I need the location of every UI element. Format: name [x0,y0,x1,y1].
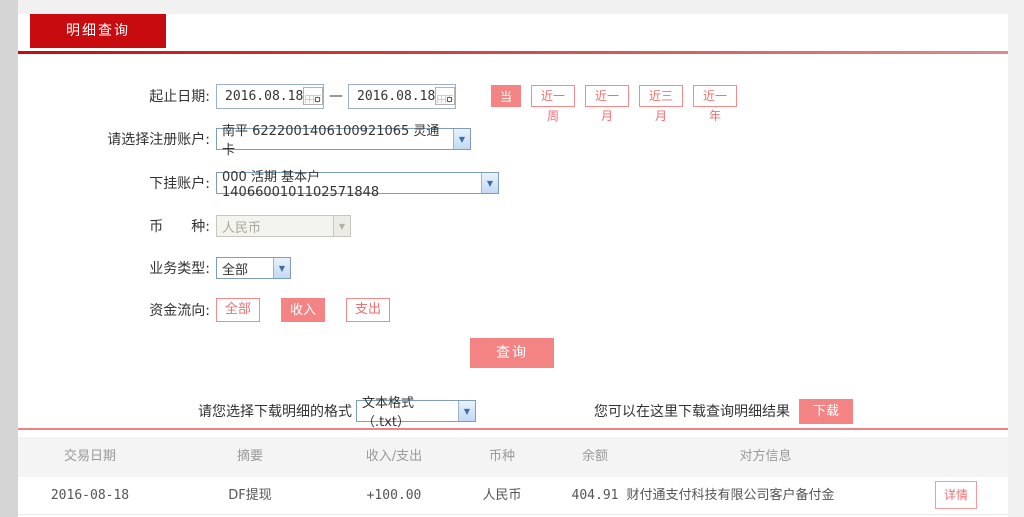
date-separator: — [329,88,343,104]
currency-select: 人民币 ▼ [216,215,351,237]
fund-flow-row: 资金流向: 全部 收入 支出 [18,297,390,323]
date-range-controls: 2016.08.18 — 2016.08.18 当日 近一周 近一月 近三月 近… [216,83,737,126]
fund-flow-all-button[interactable]: 全部 [216,298,260,322]
fund-flow-label: 资金流向: [149,303,210,319]
tab-detail-query[interactable]: 明细查询 [30,14,166,48]
register-account-select[interactable]: 南平 6222001406100921065 灵通卡 ▼ [216,124,471,158]
date-range-row: 起止日期: 2016.08.18 — 2016.08.18 当日 近一周 近一月… [18,83,737,126]
detail-button[interactable]: 详情 [935,481,977,509]
sub-account-row: 下挂账户: 000 活期 基本户 1406600101102571848 ▼ [18,170,499,200]
fund-flow-expense-button[interactable]: 支出 [346,298,390,322]
query-button[interactable]: 查询 [470,338,554,368]
business-type-value: 全部 [222,262,249,278]
currency-value: 人民币 [222,220,262,236]
cell-counterparty: 财付通支付科技有限公司客户备付金 [626,488,835,503]
download-format-select[interactable]: 文本格式（.txt） ▼ [356,396,476,430]
calendar-icon[interactable] [435,87,456,105]
content-panel: 明细查询 起止日期: 2016.08.18 — 2016.08.18 当日 近一… [18,14,1008,517]
calendar-icon-day-marker [315,97,321,102]
date-range-label: 起止日期: [149,89,210,105]
header-summary: 摘要 [236,449,263,464]
preset-last-3-months-button[interactable]: 近三月 [639,85,683,123]
preset-last-week-button[interactable]: 近一周 [531,85,575,123]
cell-trade-date: 2016-08-18 [50,488,130,503]
start-date-input[interactable]: 2016.08.18 [216,83,324,109]
calendar-icon[interactable] [303,87,324,105]
fund-flow-income-button[interactable]: 收入 [281,298,325,322]
calendar-icon-day-marker [447,97,453,102]
table-top-divider [18,428,1008,430]
business-type-row: 业务类型: 全部 ▼ [18,255,291,281]
dropdown-arrow-icon: ▼ [273,258,290,278]
cell-amount: +100.00 [366,488,422,503]
download-format-label: 请您选择下载明细的格式 [198,404,352,420]
cell-summary: DF提现 [228,488,272,503]
table-row: 2016-08-18 DF提现 +100.00 人民币 404.91 财付通支付… [18,477,1008,515]
header-counterparty: 对方信息 [739,449,792,464]
end-date-value: 2016.08.18 [357,88,436,104]
table-header-row: 交易日期 摘要 收入/支出 币种 余额 对方信息 [18,437,1008,477]
end-date-input[interactable]: 2016.08.18 [348,83,456,109]
preset-last-month-button[interactable]: 近一月 [585,85,629,123]
sub-account-select[interactable]: 000 活期 基本户 1406600101102571848 ▼ [216,170,499,200]
tab-bar: 明细查询 [18,14,1008,54]
register-account-value: 南平 6222001406100921065 灵通卡 [222,124,440,158]
preset-last-year-button[interactable]: 近一年 [693,85,737,123]
dropdown-arrow-icon: ▼ [333,216,350,236]
download-button[interactable]: 下载 [799,398,853,424]
page-left-gutter [0,0,18,517]
business-type-label: 业务类型: [149,261,210,277]
preset-today-button[interactable]: 当日 [491,85,521,126]
business-type-select[interactable]: 全部 ▼ [216,257,291,279]
download-hint-text: 您可以在这里下载查询明细结果 [594,404,790,420]
dropdown-arrow-icon: ▼ [453,129,470,149]
currency-label: 币 种: [149,219,210,235]
sub-account-value: 000 活期 基本户 1406600101102571848 [222,170,380,200]
register-account-row: 请选择注册账户: 南平 6222001406100921065 灵通卡 ▼ [18,124,471,158]
download-row: 请您选择下载明细的格式 文本格式（.txt） ▼ 您可以在这里下载查询明细结果 … [198,396,853,430]
sub-account-label: 下挂账户: [149,176,210,192]
register-account-label: 请选择注册账户: [107,132,210,148]
header-income-expense: 收入/支出 [365,449,423,464]
start-date-value: 2016.08.18 [225,88,304,104]
dropdown-arrow-icon: ▼ [481,173,498,193]
download-format-value: 文本格式（.txt） [362,396,415,430]
header-trade-date: 交易日期 [63,449,116,464]
dropdown-arrow-icon: ▼ [458,401,475,421]
currency-row: 币 种: 人民币 ▼ [18,213,351,239]
